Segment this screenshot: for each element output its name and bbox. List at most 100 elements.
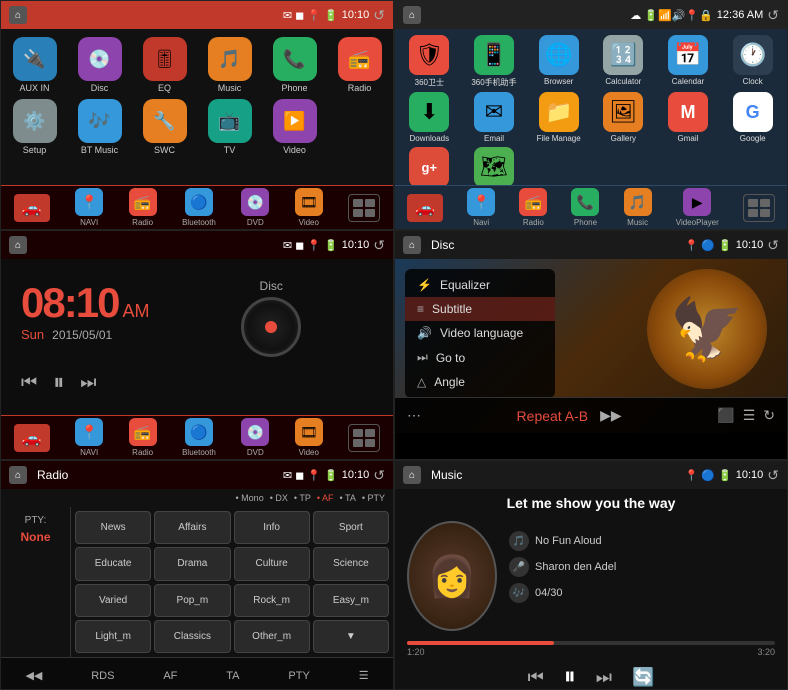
rockm-button[interactable]: Rock_m	[234, 584, 310, 617]
ta-button[interactable]: TA	[218, 666, 247, 686]
car-button-3[interactable]: 🚗	[14, 424, 50, 452]
dvd-menu: ⚡ Equalizer ≡ Subtitle 🔊 Video language …	[405, 269, 555, 398]
educate-button[interactable]: Educate	[75, 547, 151, 580]
pause-button[interactable]: ⏸	[53, 369, 64, 395]
home-icon-6[interactable]: ⌂	[403, 466, 421, 484]
app-email[interactable]: ✉ Email	[464, 92, 525, 143]
video-button-3[interactable]: 🎞 Video	[295, 418, 323, 457]
classics-button[interactable]: Classics	[154, 620, 230, 653]
menu-button-5[interactable]: ☰	[351, 665, 377, 686]
back-icon-5[interactable]: ↺	[373, 467, 385, 484]
prev-track-button[interactable]: ⏮	[528, 667, 544, 688]
app-clock[interactable]: 🕐 Clock	[722, 35, 783, 88]
back-icon-6[interactable]: ↺	[767, 467, 779, 484]
next-button[interactable]: ⏭	[80, 372, 96, 393]
app-360-assist[interactable]: 📱 360手机助手	[464, 35, 525, 88]
album-art: 👩	[407, 521, 497, 631]
app-setup[interactable]: ⚙️ Setup	[5, 99, 64, 155]
app-phone[interactable]: 📞 Phone	[265, 37, 324, 93]
lightm-button[interactable]: Light_m	[75, 620, 151, 653]
app-calculator[interactable]: 🔢 Calculator	[593, 35, 654, 88]
radio-bottom-button[interactable]: 📻 Radio	[129, 188, 157, 227]
app-downloads[interactable]: ⬇ Downloads	[399, 92, 460, 143]
music-button-2[interactable]: 🎵 Music	[624, 188, 652, 227]
app-tv[interactable]: 📺 TV	[200, 99, 259, 155]
app-eq[interactable]: 🎚 EQ	[135, 37, 194, 93]
sport-button[interactable]: Sport	[313, 511, 389, 544]
dvd-bottom-button[interactable]: 💿 DVD	[241, 188, 269, 227]
science-button[interactable]: Science	[313, 547, 389, 580]
goto-menu-item[interactable]: ⏭ Go to	[405, 345, 555, 370]
more-button[interactable]: ▼	[313, 620, 389, 653]
home-icon-4[interactable]: ⌂	[403, 236, 421, 254]
dvd-more-button[interactable]: ⋯	[403, 405, 425, 426]
back-icon-4[interactable]: ↺	[767, 237, 779, 254]
car-button-2[interactable]: 🚗	[407, 194, 443, 222]
back-icon-1[interactable]: ↺	[373, 7, 385, 24]
repeat-button[interactable]: 🔄	[632, 667, 654, 688]
status-bar-5: ⌂ Radio ✉ ◼ 📍 🔋 10:10 ↺	[1, 461, 393, 489]
home-icon-3[interactable]: ⌂	[9, 236, 27, 254]
videoplayer-button-2[interactable]: ▶ VideoPlayer	[676, 188, 719, 227]
dvd-button-3[interactable]: 💿 DVD	[241, 418, 269, 457]
home-icon-2[interactable]: ⌂	[403, 6, 421, 24]
bt-bottom-button[interactable]: 🔵 Bluetooth	[182, 188, 216, 227]
varied-button[interactable]: Varied	[75, 584, 151, 617]
app-gallery[interactable]: 🖼 Gallery	[593, 92, 654, 143]
video-icon: ▶️	[273, 99, 317, 143]
app-disc[interactable]: 💿 Disc	[70, 37, 129, 93]
dvd-forward-button[interactable]: ▶▶	[596, 405, 626, 426]
app-radio[interactable]: 📻 Radio	[330, 37, 389, 93]
home-icon-5[interactable]: ⌂	[9, 466, 27, 484]
popm-button[interactable]: Pop_m	[154, 584, 230, 617]
video-bottom-button[interactable]: 🎞 Video	[295, 188, 323, 227]
angle-menu-item[interactable]: △ Angle	[405, 370, 555, 394]
phone-button-2[interactable]: 📞 Phone	[571, 188, 599, 227]
radio-button-2[interactable]: 📻 Radio	[519, 188, 547, 227]
app-google[interactable]: G Google	[722, 92, 783, 143]
app-browser[interactable]: 🌐 Browser	[528, 35, 589, 88]
dvd-menu-button[interactable]: ☰	[739, 405, 760, 426]
radio-button-3[interactable]: 📻 Radio	[129, 418, 157, 457]
app-aux-in[interactable]: 🔌 AUX IN	[5, 37, 64, 93]
grid-toggle-button-2[interactable]	[743, 194, 775, 222]
back-icon-3[interactable]: ↺	[373, 237, 385, 254]
dvd-repeat-button[interactable]: ↻	[759, 405, 779, 426]
news-button[interactable]: News	[75, 511, 151, 544]
dvd-stop-button[interactable]: ⬛	[713, 405, 738, 426]
bt-button-3[interactable]: 🔵 Bluetooth	[182, 418, 216, 457]
app-music[interactable]: 🎵 Music	[200, 37, 259, 93]
navi-button-2[interactable]: 📍 Navi	[467, 188, 495, 227]
app-calendar[interactable]: 📅 Calendar	[658, 35, 719, 88]
app-bt-music[interactable]: 🎶 BT Music	[70, 99, 129, 155]
app-filemanager[interactable]: 📁 File Manage	[528, 92, 589, 143]
rds-button[interactable]: RDS	[83, 666, 122, 686]
home-icon[interactable]: ⌂	[9, 6, 27, 24]
affairs-button[interactable]: Affairs	[154, 511, 230, 544]
drama-button[interactable]: Drama	[154, 547, 230, 580]
grid-toggle-button[interactable]	[348, 194, 380, 222]
app-swc[interactable]: 🔧 SWC	[135, 99, 194, 155]
subtitle-menu-item[interactable]: ≡ Subtitle	[405, 297, 555, 321]
rwd-button[interactable]: ◀◀	[17, 665, 50, 686]
next-track-button[interactable]: ⏭	[596, 667, 612, 688]
pty-button[interactable]: PTY	[280, 666, 317, 686]
navi-button-3[interactable]: 📍 NAVI	[75, 418, 103, 457]
back-icon-2[interactable]: ↺	[767, 7, 779, 24]
navi-button[interactable]: 📍 NAVI	[75, 188, 103, 227]
radio-label-3: Radio	[132, 448, 153, 457]
easym-button[interactable]: Easy_m	[313, 584, 389, 617]
culture-button[interactable]: Culture	[234, 547, 310, 580]
app-gmail[interactable]: M Gmail	[658, 92, 719, 143]
video-language-menu-item[interactable]: 🔊 Video language	[405, 321, 555, 345]
play-pause-button[interactable]: ⏸	[564, 663, 576, 690]
grid-toggle-button-3[interactable]	[348, 424, 380, 452]
otherm-button[interactable]: Other_m	[234, 620, 310, 653]
car-button[interactable]: 🚗	[14, 194, 50, 222]
info-button[interactable]: Info	[234, 511, 310, 544]
prev-button[interactable]: ⏮	[21, 372, 37, 393]
af-button[interactable]: AF	[155, 666, 185, 686]
app-video[interactable]: ▶️ Video	[265, 99, 324, 155]
app-360-guard[interactable]: 🛡 360卫士	[399, 35, 460, 88]
equalizer-menu-item[interactable]: ⚡ Equalizer	[405, 273, 555, 297]
